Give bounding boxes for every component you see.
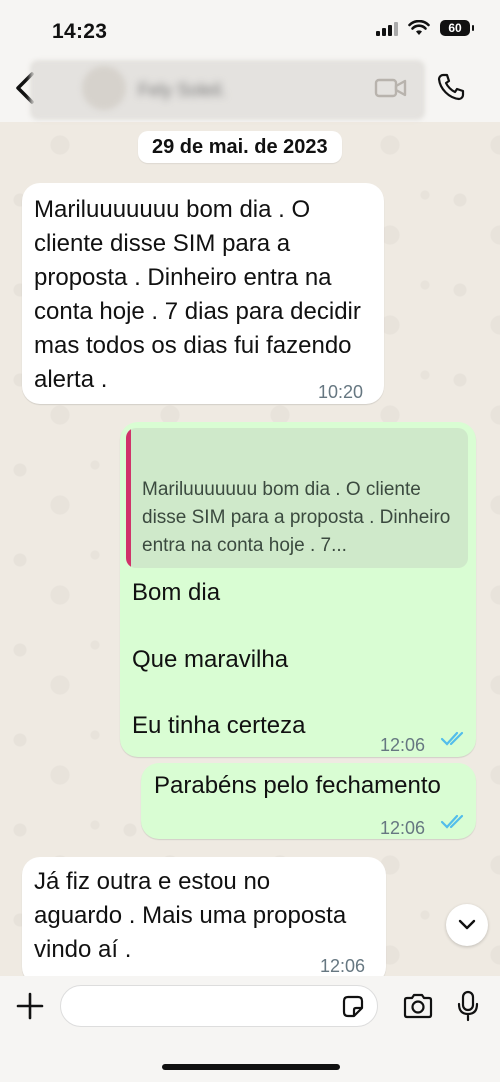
message-bubble-outgoing[interactable]: Mariluuuuuuu bom dia . O cliente disse S… [120,422,476,757]
scroll-to-bottom-button[interactable] [446,904,488,946]
message-time: 12:06 [380,818,426,838]
composer-bar [0,976,500,1082]
message-time: 12:06 [380,735,426,755]
message-line: Bom dia [132,579,221,606]
plus-icon[interactable] [14,990,46,1022]
quoted-text: Mariluuuuuuu bom dia . O cliente disse S… [142,479,451,556]
read-ticks-icon [440,814,464,829]
status-bar: 14:23 60 [0,0,500,58]
message-text: Já fiz outra e estou no aguardo . Mais u… [34,868,347,963]
message-bubble-incoming[interactable]: Já fiz outra e estou no aguardo . Mais u… [22,857,386,985]
read-ticks-icon [440,731,464,746]
sticker-icon[interactable] [340,994,366,1020]
chevron-down-icon [458,919,476,930]
message-text: Parabéns pelo fechamento [154,772,441,799]
battery-icon: 60 [440,20,474,36]
quoted-message[interactable]: Mariluuuuuuu bom dia . O cliente disse S… [126,428,468,568]
mic-icon[interactable] [456,990,480,1022]
message-text: Mariluuuuuuu bom dia . O cliente disse S… [34,196,361,393]
home-indicator [162,1064,340,1070]
message-line: Eu tinha certeza [132,712,306,739]
message-line: Que maravilha [132,646,289,673]
contact-name[interactable]: Fely Soleil. [138,80,226,101]
video-call-icon[interactable] [374,76,408,100]
status-icons: 60 [376,20,474,36]
message-time: 10:20 [318,382,364,402]
message-bubble-outgoing[interactable]: Parabéns pelo fechamento 12:06 [141,763,476,839]
chat-header: Fely Soleil. [0,58,500,122]
message-input[interactable] [60,985,378,1027]
phone-icon[interactable] [436,72,466,102]
message-bubble-incoming[interactable]: Mariluuuuuuu bom dia . O cliente disse S… [22,183,384,404]
date-separator: 29 de mai. de 2023 [138,131,342,163]
quote-accent-bar [126,428,131,568]
status-time: 14:23 [52,20,108,43]
wifi-icon [408,20,430,35]
signal-icon [376,20,398,36]
avatar[interactable] [82,66,126,110]
camera-icon[interactable] [402,992,434,1020]
